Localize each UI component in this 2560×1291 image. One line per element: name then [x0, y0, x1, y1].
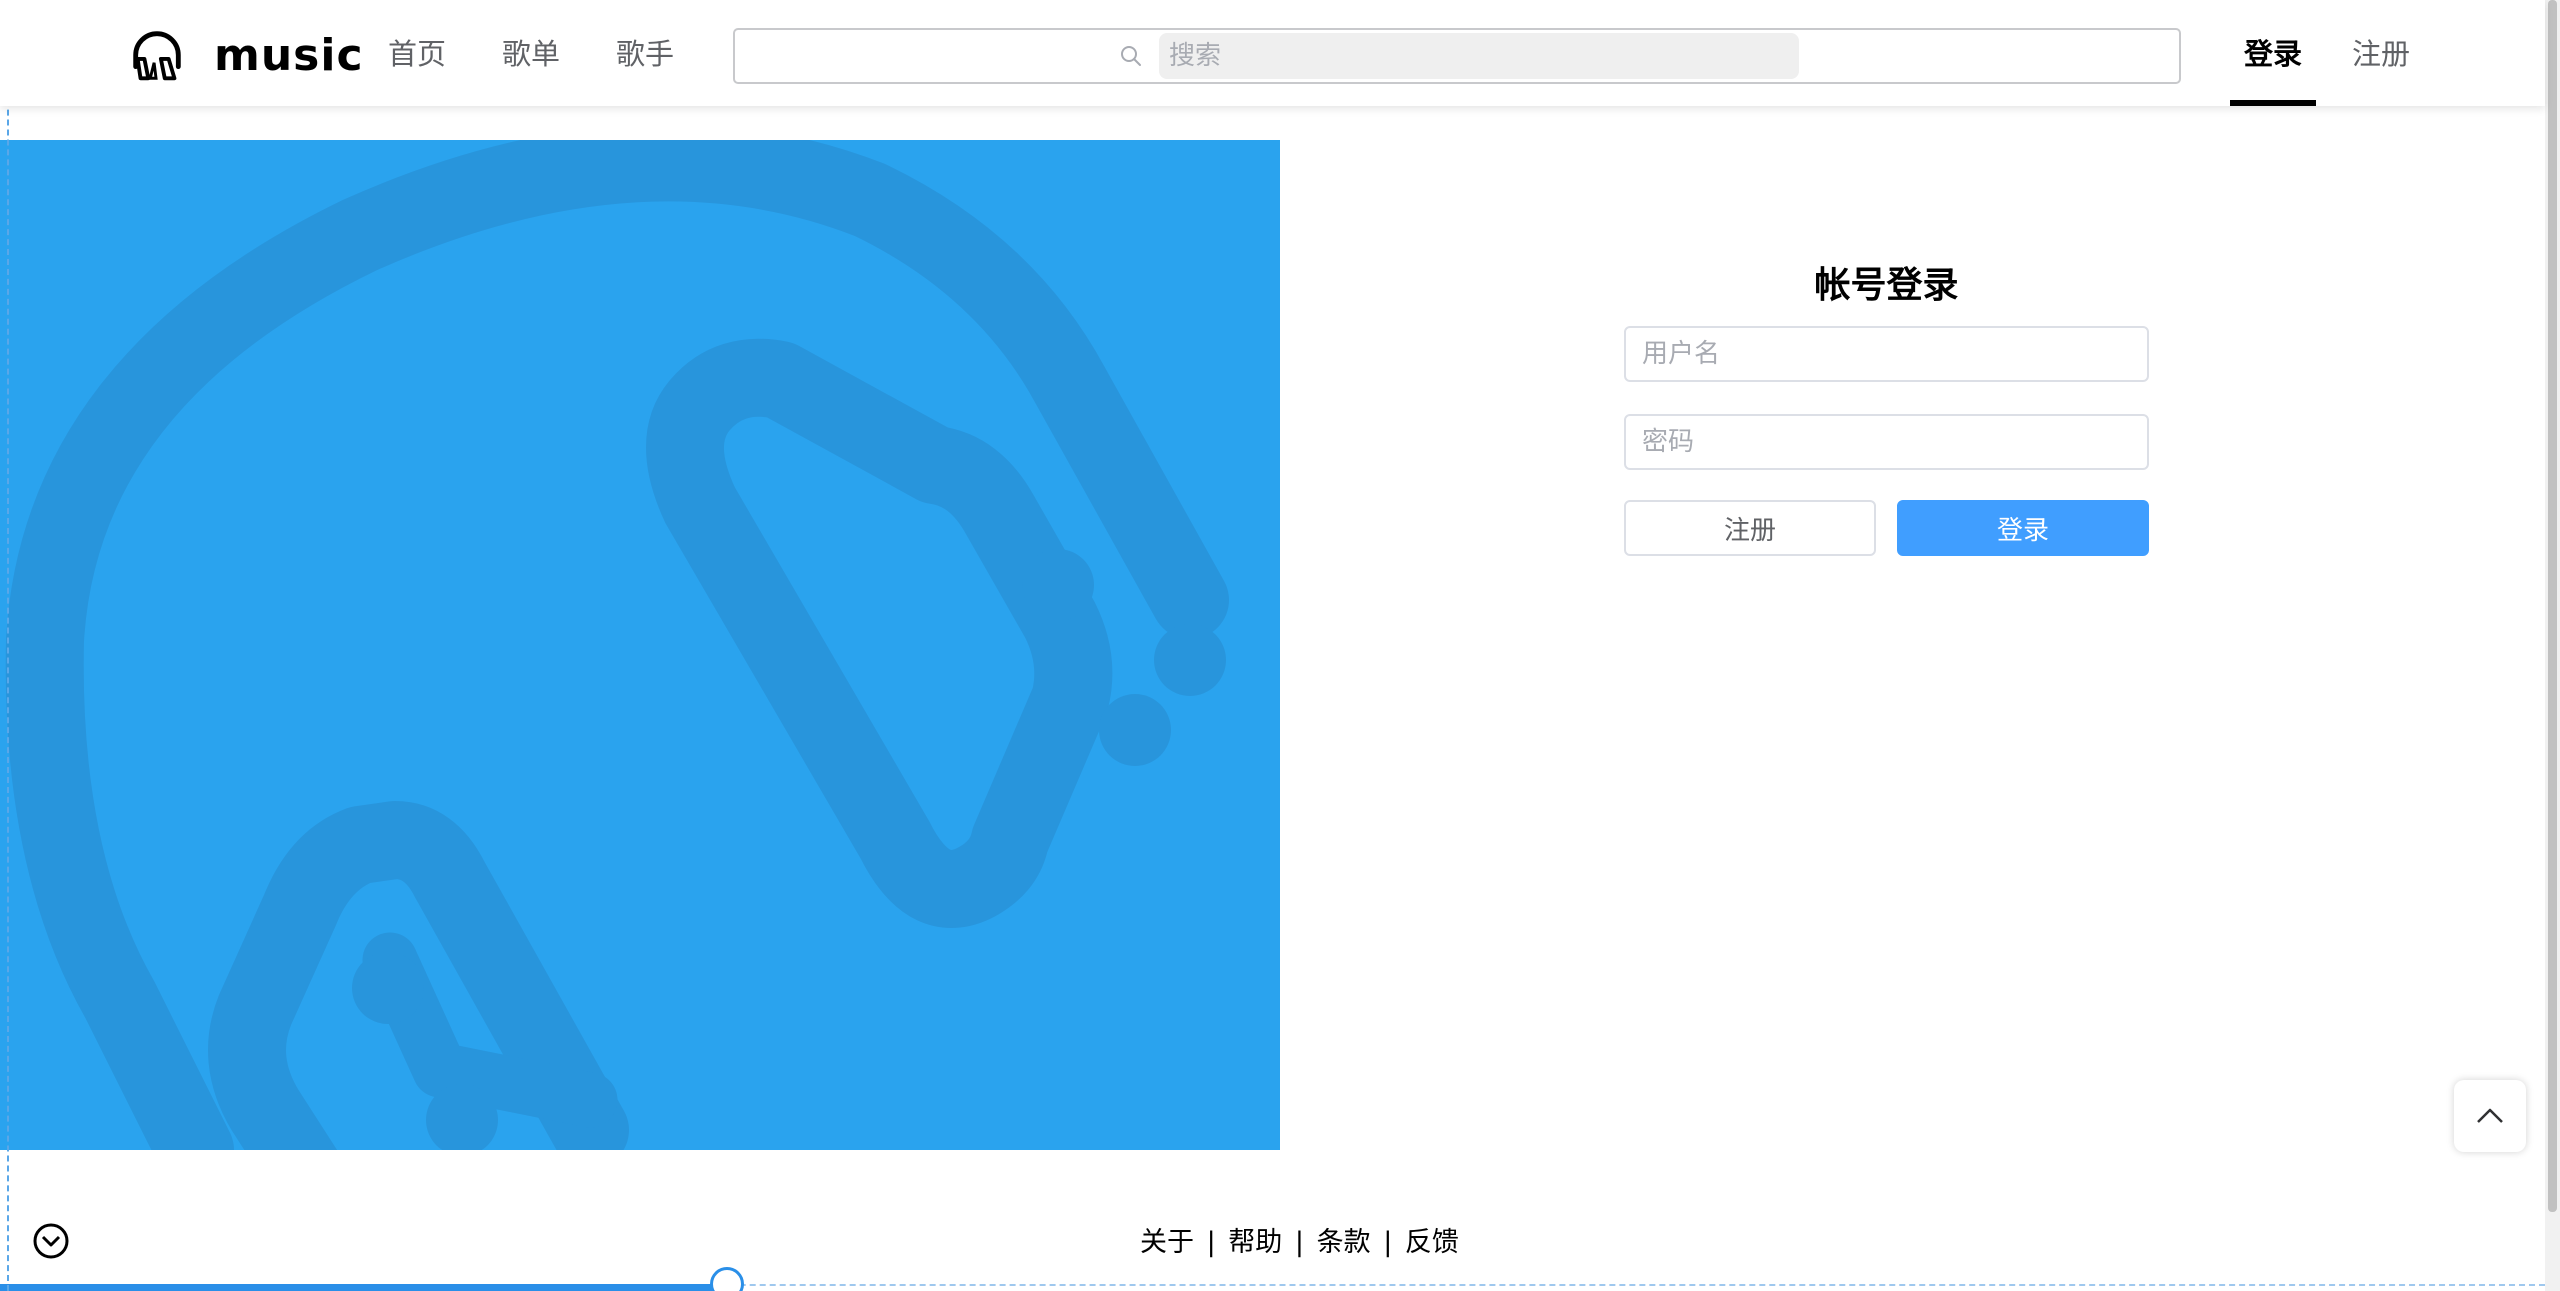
username-field[interactable] — [1624, 326, 2149, 382]
nav-item-playlists[interactable]: 歌单 — [502, 30, 560, 78]
login-form: 帐号登录 注册 登录 — [1624, 254, 2149, 556]
footer-link-help[interactable]: 帮助 — [1228, 1227, 1282, 1258]
login-title: 帐号登录 — [1814, 265, 1959, 306]
scrollbar-thumb[interactable] — [2548, 0, 2557, 1212]
search-input[interactable] — [1159, 33, 1799, 79]
login-banner — [0, 140, 1280, 1150]
footer-link-terms[interactable]: 条款 — [1317, 1227, 1371, 1258]
footer-link-about[interactable]: 关于 — [1140, 1227, 1194, 1258]
logo-text: music — [214, 29, 364, 81]
headphones-icon — [133, 31, 181, 81]
search-box[interactable] — [733, 28, 2181, 84]
footer-separator: | — [1383, 1227, 1393, 1258]
logo[interactable]: music — [126, 26, 364, 84]
footer-separator: | — [1206, 1227, 1216, 1258]
chevron-up-icon — [2477, 1108, 2503, 1123]
nav-item-singers[interactable]: 歌手 — [616, 30, 674, 78]
header-login-link[interactable]: 登录 — [2230, 30, 2316, 106]
footer-links: 关于 | 帮助 | 条款 | 反馈 — [1140, 1220, 1459, 1259]
headphones-watermark-icon — [5, 140, 1229, 1150]
player-progress-handle[interactable] — [710, 1267, 744, 1291]
password-field[interactable] — [1624, 414, 2149, 470]
search-icon — [1121, 46, 1141, 66]
footer-link-feedback[interactable]: 反馈 — [1405, 1227, 1459, 1258]
page: music 首页 歌单 歌手 登录 注册 — [0, 0, 2545, 1291]
top-navbar: music 首页 歌单 歌手 登录 注册 — [0, 0, 2545, 106]
nav-item-home[interactable]: 首页 — [388, 30, 446, 78]
main-nav: 首页 歌单 歌手 — [388, 30, 730, 78]
back-to-top-button[interactable] — [2454, 1080, 2526, 1152]
header-register-link[interactable]: 注册 — [2352, 30, 2410, 78]
player-progress-fill — [0, 1284, 728, 1291]
chevron-down-circle-icon[interactable] — [32, 1222, 70, 1260]
footer-separator: | — [1294, 1227, 1304, 1258]
form-buttons: 注册 登录 — [1624, 500, 2149, 556]
login-button[interactable]: 登录 — [1897, 500, 2149, 556]
register-button[interactable]: 注册 — [1624, 500, 1876, 556]
layout-guide — [7, 0, 9, 1291]
